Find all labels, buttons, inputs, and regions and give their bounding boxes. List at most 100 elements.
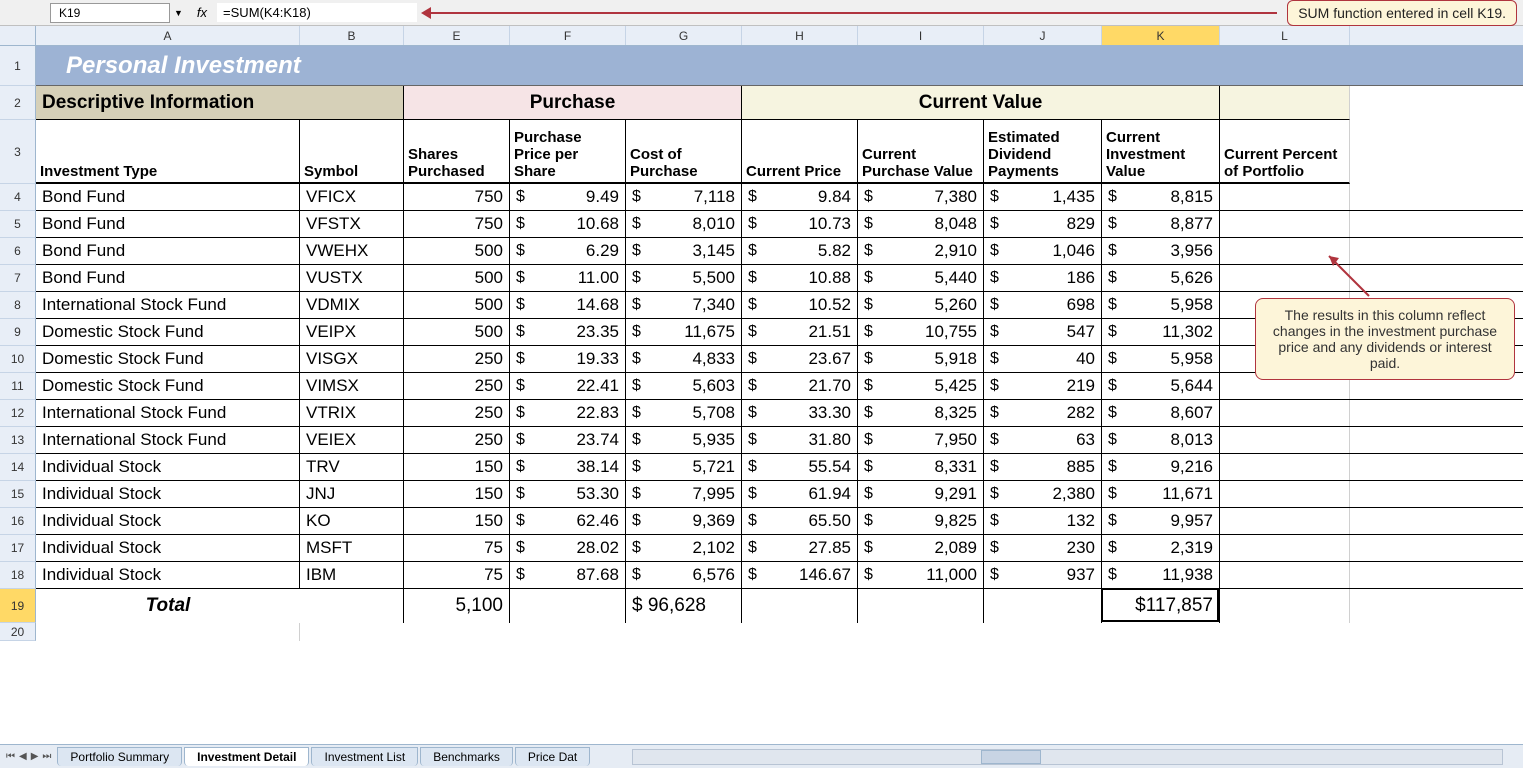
cell-A14[interactable]: Individual Stock <box>36 454 300 480</box>
cell-G9[interactable]: $11,675 <box>626 319 742 345</box>
total-I[interactable] <box>858 589 984 623</box>
cell-L7[interactable] <box>1220 265 1350 291</box>
cell-K10[interactable]: $5,958 <box>1102 346 1220 372</box>
total-B[interactable] <box>300 589 404 623</box>
cell-E18[interactable]: 75 <box>404 562 510 588</box>
cell-B17[interactable]: MSFT <box>300 535 404 561</box>
cell-B5[interactable]: VFSTX <box>300 211 404 237</box>
cell-A7[interactable]: Bond Fund <box>36 265 300 291</box>
total-L[interactable] <box>1220 589 1350 623</box>
cell-H5[interactable]: $10.73 <box>742 211 858 237</box>
row-header-9[interactable]: 9 <box>0 319 36 346</box>
cell-L15[interactable] <box>1220 481 1350 507</box>
cell-J17[interactable]: $230 <box>984 535 1102 561</box>
cell-A17[interactable]: Individual Stock <box>36 535 300 561</box>
cell-E14[interactable]: 150 <box>404 454 510 480</box>
col-header-G[interactable]: G <box>626 26 742 45</box>
cell-K9[interactable]: $11,302 <box>1102 319 1220 345</box>
cell-A16[interactable]: Individual Stock <box>36 508 300 534</box>
cell-I11[interactable]: $5,425 <box>858 373 984 399</box>
total-E[interactable]: 5,100 <box>404 589 510 623</box>
cell-empty[interactable] <box>36 623 300 641</box>
cell-F17[interactable]: $28.02 <box>510 535 626 561</box>
cell-L14[interactable] <box>1220 454 1350 480</box>
cell-I18[interactable]: $11,000 <box>858 562 984 588</box>
total-K[interactable]: $117,857 <box>1102 589 1220 623</box>
cell-E15[interactable]: 150 <box>404 481 510 507</box>
col-header-J[interactable]: J <box>984 26 1102 45</box>
cell-K8[interactable]: $5,958 <box>1102 292 1220 318</box>
cell-F12[interactable]: $22.83 <box>510 400 626 426</box>
cell-F16[interactable]: $62.46 <box>510 508 626 534</box>
cell-E7[interactable]: 500 <box>404 265 510 291</box>
cell-I9[interactable]: $10,755 <box>858 319 984 345</box>
row-header-14[interactable]: 14 <box>0 454 36 481</box>
row-header-15[interactable]: 15 <box>0 481 36 508</box>
cell-H12[interactable]: $33.30 <box>742 400 858 426</box>
cell-G10[interactable]: $4,833 <box>626 346 742 372</box>
cell-H10[interactable]: $23.67 <box>742 346 858 372</box>
cell-E13[interactable]: 250 <box>404 427 510 453</box>
col-header-B[interactable]: B <box>300 26 404 45</box>
cell-J8[interactable]: $698 <box>984 292 1102 318</box>
tab-nav-prev-icon[interactable]: ◀ <box>19 751 27 762</box>
cell-F15[interactable]: $53.30 <box>510 481 626 507</box>
col-header-F[interactable]: F <box>510 26 626 45</box>
row-header-5[interactable]: 5 <box>0 211 36 238</box>
row-header-12[interactable]: 12 <box>0 400 36 427</box>
row-header-3[interactable]: 3 <box>0 120 36 184</box>
cell-F7[interactable]: $11.00 <box>510 265 626 291</box>
cell-I10[interactable]: $5,918 <box>858 346 984 372</box>
cell-K11[interactable]: $5,644 <box>1102 373 1220 399</box>
cell-A9[interactable]: Domestic Stock Fund <box>36 319 300 345</box>
col-header-H[interactable]: H <box>742 26 858 45</box>
row-header-18[interactable]: 18 <box>0 562 36 589</box>
sheet-tab-benchmarks[interactable]: Benchmarks <box>420 747 513 766</box>
cell-L16[interactable] <box>1220 508 1350 534</box>
cell-H13[interactable]: $31.80 <box>742 427 858 453</box>
cell-I13[interactable]: $7,950 <box>858 427 984 453</box>
cell-J4[interactable]: $1,435 <box>984 184 1102 210</box>
cell-K17[interactable]: $2,319 <box>1102 535 1220 561</box>
cell-E11[interactable]: 250 <box>404 373 510 399</box>
cell-F11[interactable]: $22.41 <box>510 373 626 399</box>
cell-B11[interactable]: VIMSX <box>300 373 404 399</box>
cell-F14[interactable]: $38.14 <box>510 454 626 480</box>
cell-E12[interactable]: 250 <box>404 400 510 426</box>
cell-F13[interactable]: $23.74 <box>510 427 626 453</box>
cell-L13[interactable] <box>1220 427 1350 453</box>
row-header-10[interactable]: 10 <box>0 346 36 373</box>
cell-G7[interactable]: $5,500 <box>626 265 742 291</box>
cell-J15[interactable]: $2,380 <box>984 481 1102 507</box>
cell-J13[interactable]: $63 <box>984 427 1102 453</box>
cell-F5[interactable]: $10.68 <box>510 211 626 237</box>
sheet-tab-investment-detail[interactable]: Investment Detail <box>184 747 309 766</box>
col-header-K[interactable]: K <box>1102 26 1220 45</box>
cell-J14[interactable]: $885 <box>984 454 1102 480</box>
total-F[interactable] <box>510 589 626 623</box>
cell-I8[interactable]: $5,260 <box>858 292 984 318</box>
row-header-1[interactable]: 1 <box>0 46 36 86</box>
row-header-7[interactable]: 7 <box>0 265 36 292</box>
tab-nav-first-icon[interactable]: ⏮ <box>6 751 15 762</box>
cell-H4[interactable]: $9.84 <box>742 184 858 210</box>
sheet-tab-price-dat[interactable]: Price Dat <box>515 747 590 766</box>
formula-input[interactable]: =SUM(K4:K18) <box>217 3 417 22</box>
cell-A11[interactable]: Domestic Stock Fund <box>36 373 300 399</box>
cell-B10[interactable]: VISGX <box>300 346 404 372</box>
cell-H11[interactable]: $21.70 <box>742 373 858 399</box>
col-header-I[interactable]: I <box>858 26 984 45</box>
name-box[interactable]: K19 <box>50 3 170 23</box>
cell-L18[interactable] <box>1220 562 1350 588</box>
col-header-E[interactable]: E <box>404 26 510 45</box>
total-G[interactable]: $ 96,628 <box>626 589 742 623</box>
cell-H18[interactable]: $146.67 <box>742 562 858 588</box>
cell-A10[interactable]: Domestic Stock Fund <box>36 346 300 372</box>
cell-G11[interactable]: $5,603 <box>626 373 742 399</box>
row-header-19[interactable]: 19 <box>0 589 36 623</box>
fx-icon[interactable]: fx <box>187 5 217 20</box>
cell-B14[interactable]: TRV <box>300 454 404 480</box>
cell-J16[interactable]: $132 <box>984 508 1102 534</box>
cell-E5[interactable]: 750 <box>404 211 510 237</box>
cell-J9[interactable]: $547 <box>984 319 1102 345</box>
